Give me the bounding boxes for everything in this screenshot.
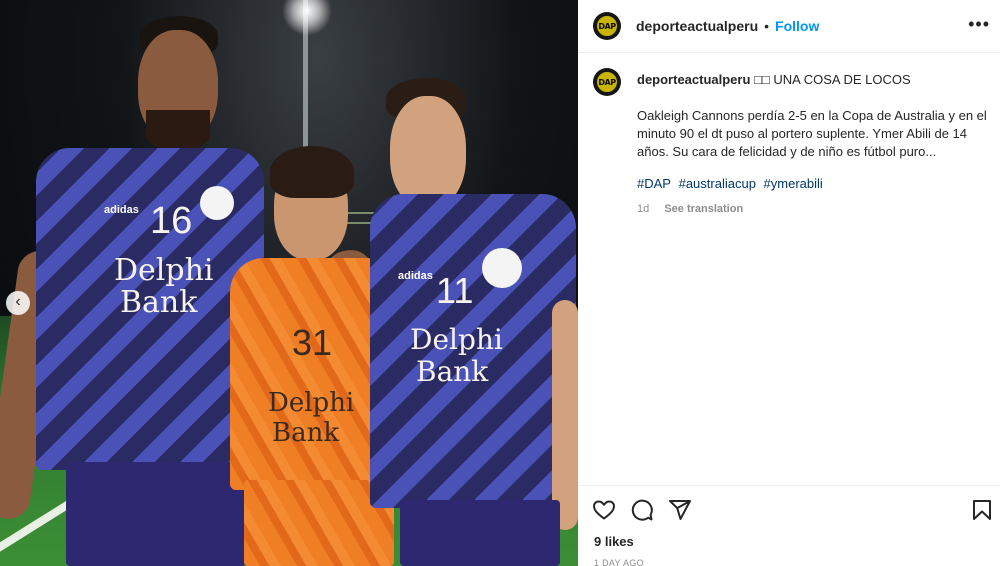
hashtag-link[interactable]: #DAP	[637, 176, 671, 191]
avatar-logo: DAP	[595, 14, 619, 38]
player-right: adidas 11 Delphi Bank	[370, 0, 578, 566]
hashtag-link[interactable]: #ymerabili	[764, 176, 823, 191]
chevron-left-icon: ‹	[15, 293, 21, 310]
jersey-patch	[482, 248, 522, 288]
avatar-logo: DAP	[595, 70, 619, 94]
heart-icon[interactable]	[592, 498, 616, 522]
player-face	[390, 96, 466, 208]
likes-count[interactable]: 9 likes	[594, 534, 634, 549]
caption-title: □□ UNA COSA DE LOCOS	[754, 72, 911, 87]
caption-username[interactable]: deporteactualperu	[637, 72, 750, 87]
player-beard	[146, 110, 210, 150]
jersey-sponsor-line2: Bank	[272, 418, 340, 448]
post-actions: 9 likes 1 DAY AGO	[578, 485, 1000, 566]
jersey-sponsor-line1: Delphi	[268, 388, 355, 418]
jersey-sponsor-line2: Bank	[120, 285, 198, 320]
jersey-brand: adidas	[104, 204, 139, 216]
player-left: adidas 16 Delphi Bank	[0, 0, 387, 566]
separator-dot: •	[764, 18, 770, 34]
jersey-sponsor-line1: Delphi	[114, 253, 214, 288]
jersey-sponsor-line1: Delphi	[410, 323, 503, 356]
post-timestamp: 1 DAY AGO	[594, 558, 644, 566]
player-shorts	[400, 500, 560, 566]
post-photo[interactable]: adidas 16 Delphi Bank 31 Delphi Bank adi…	[0, 0, 578, 566]
comment-icon[interactable]	[630, 498, 654, 522]
jersey-number: 16	[150, 200, 193, 242]
jersey-number: 11	[436, 270, 474, 311]
caption-meta: 1d See translation	[637, 200, 987, 218]
caption-hashtags: #DAP #australiacup #ymerabili	[637, 175, 987, 193]
player-hair	[270, 146, 354, 198]
jersey-brand: adidas	[398, 270, 433, 282]
avatar[interactable]: DAP	[593, 68, 621, 96]
see-translation-button[interactable]: See translation	[664, 203, 743, 215]
caption-text: Oakleigh Cannons perdía 2-5 en la Copa d…	[637, 108, 987, 159]
caption-age[interactable]: 1d	[637, 203, 649, 215]
carousel-prev-button[interactable]: ‹	[6, 291, 30, 315]
player-shorts	[66, 462, 246, 566]
username-link[interactable]: deporteactualperu	[636, 18, 758, 34]
action-bar	[592, 498, 692, 522]
hashtag-link[interactable]: #australiacup	[679, 176, 756, 191]
follow-button[interactable]: Follow	[775, 18, 819, 34]
player-arm	[552, 300, 578, 530]
bookmark-icon[interactable]	[970, 498, 994, 522]
jersey-sponsor-line2: Bank	[416, 355, 489, 388]
avatar[interactable]: DAP	[593, 12, 621, 40]
caption-body: deporteactualperu □□ UNA COSA DE LOCOS O…	[637, 71, 987, 218]
post-sidebar: DAP deporteactualperu • Follow ••• DAP d…	[578, 0, 1000, 566]
more-icon[interactable]: •••	[968, 14, 990, 35]
share-icon[interactable]	[668, 498, 692, 522]
post-header: DAP deporteactualperu • Follow •••	[578, 0, 1000, 53]
jersey-number: 31	[292, 322, 333, 363]
floodlight	[282, 0, 332, 36]
